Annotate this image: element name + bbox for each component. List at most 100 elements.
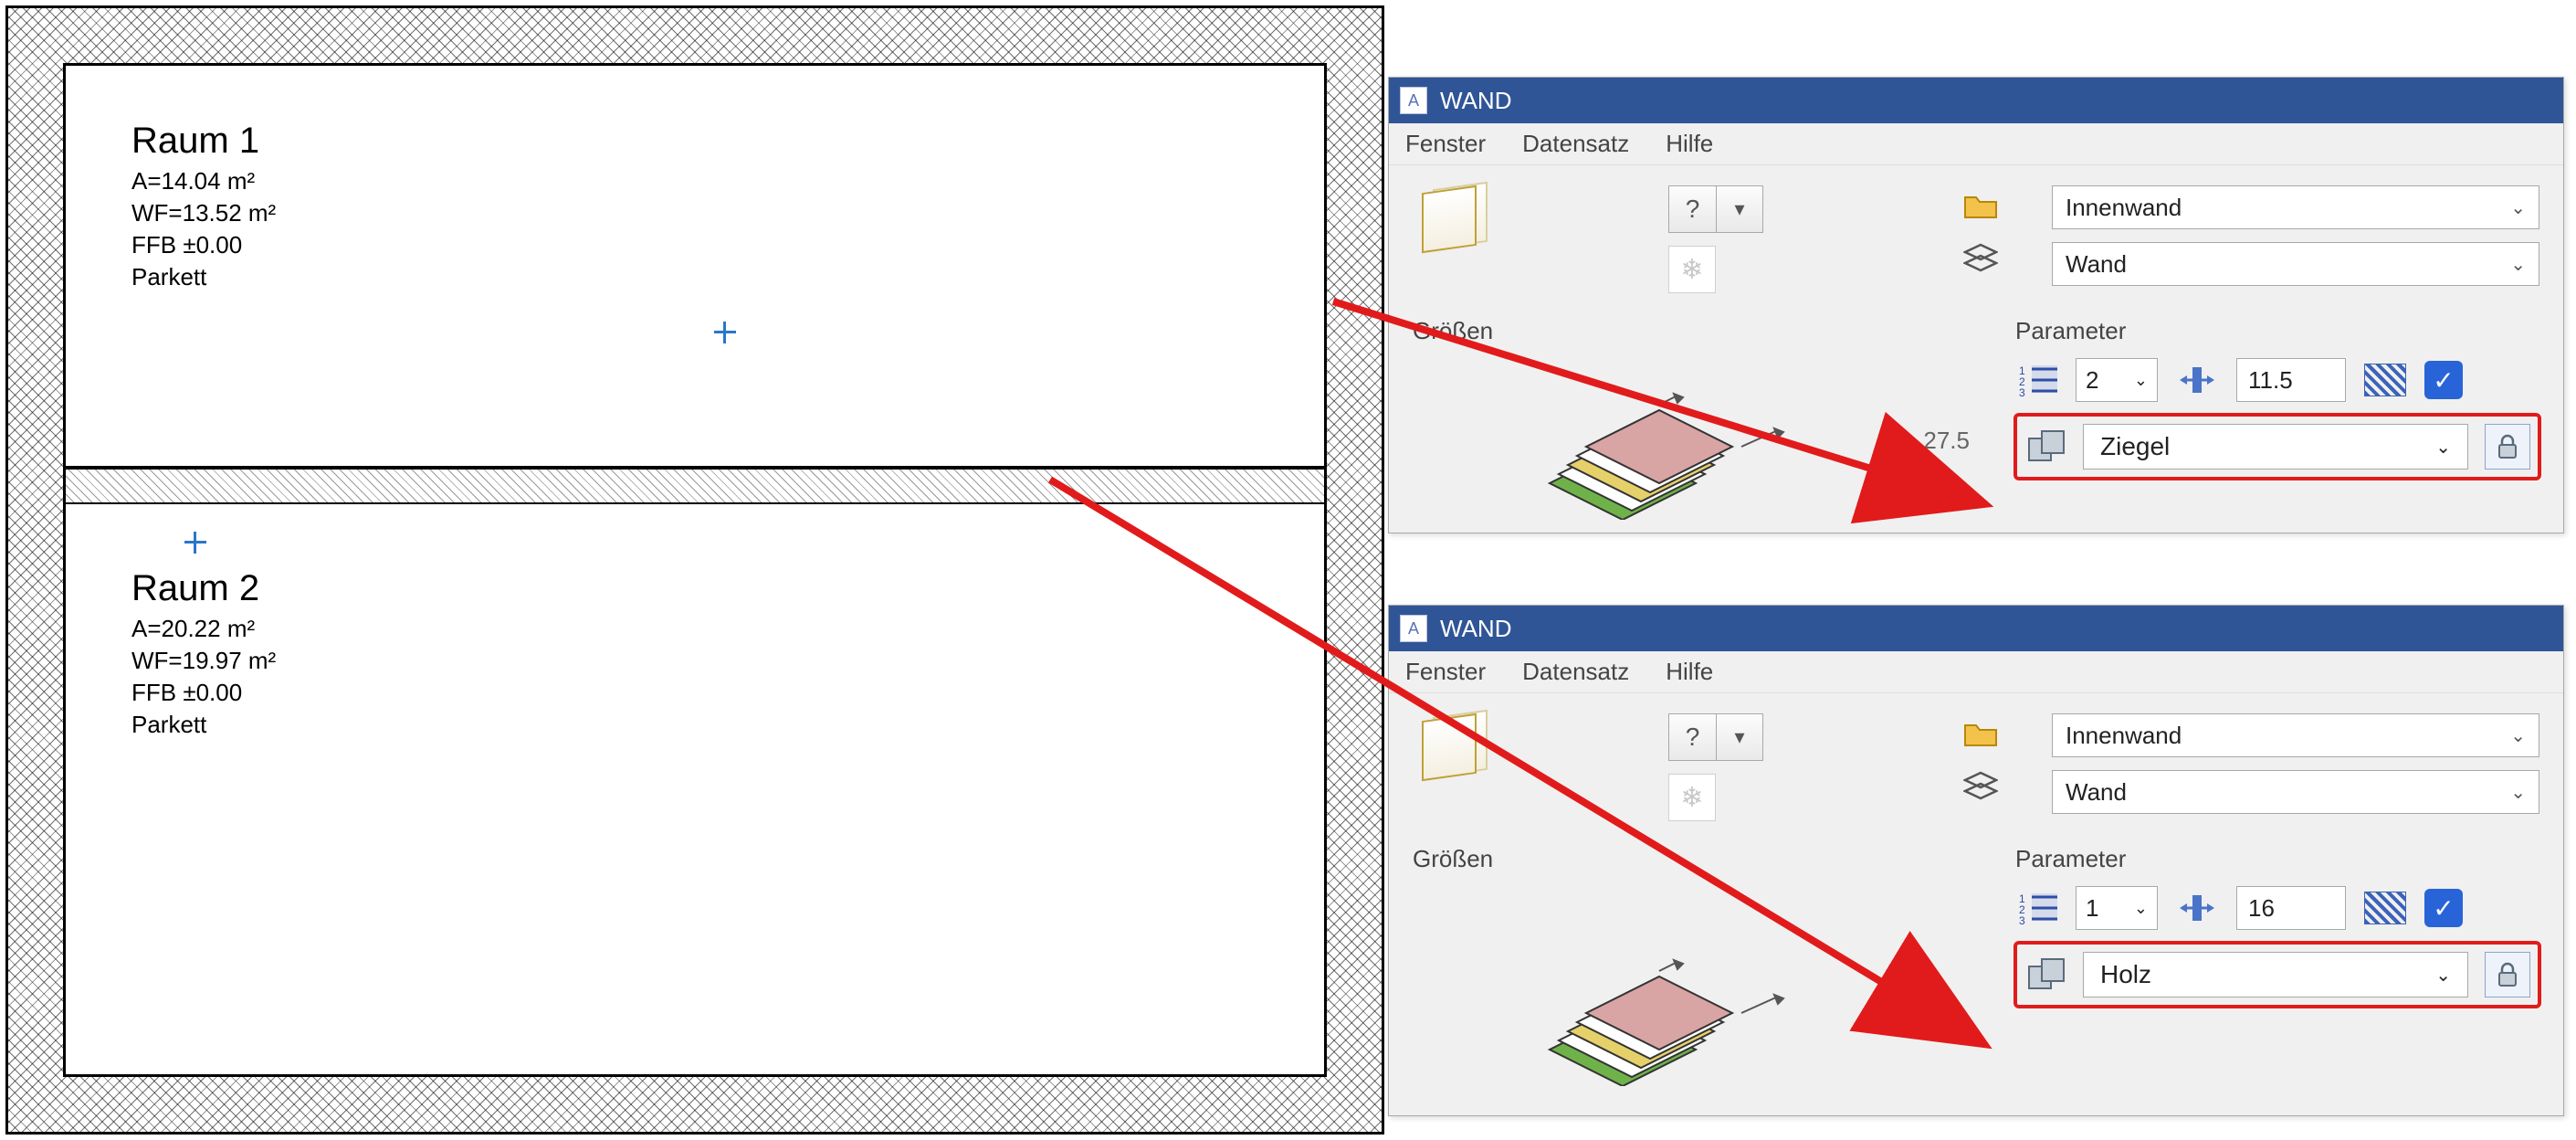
room-2-ffb: FFB ±0.00 [131,677,276,709]
material-dropdown[interactable]: Holz ⌄ [2083,952,2468,998]
catalog-picker[interactable]: ? ▾ [1668,713,1951,761]
room-2-wf: WF=19.97 m² [131,645,276,677]
menu-hilfe[interactable]: Hilfe [1666,658,1713,686]
layer-value: Wand [2066,778,2127,807]
hatch-checkbox[interactable]: ✓ [2424,889,2463,927]
app-icon: A [1400,615,1427,642]
menu-fenster[interactable]: Fenster [1405,658,1486,686]
reference-marker-room2 [184,532,206,554]
total-thickness-label: 16 [1916,973,1942,1001]
menu-fenster[interactable]: Fenster [1405,130,1486,158]
material-row: Holz ⌄ [2015,943,2539,1007]
layer-value: Wand [2066,250,2127,279]
hatch-pattern-icon[interactable] [2364,892,2406,924]
thickness-value: 11.5 [2248,366,2293,395]
room-1-title: Raum 1 [131,121,276,162]
parameter-line-1: 1 2 3 1 ⌄ [2015,886,2539,930]
chevron-down-icon: ⌄ [2510,781,2526,804]
menubar: Fenster Datensatz Hilfe [1389,651,2563,693]
layer-count-dropdown[interactable]: 2 ⌄ [2076,358,2158,402]
wall-properties-panel-2: A WAND Fenster Datensatz Hilfe ? ▾ ❄ [1388,605,2564,1116]
chevron-down-icon[interactable]: ▾ [1716,713,1763,761]
chevron-down-icon: ⌄ [2134,899,2148,918]
parameter-label: Parameter [2015,845,2539,873]
thickness-icon [2176,890,2218,926]
chevron-down-icon: ⌄ [2435,436,2451,459]
catalog-question-icon[interactable]: ? [1668,713,1716,761]
lock-button[interactable] [2485,952,2530,998]
toolbar-row: ? ▾ ❄ Innenwand ⌄ Wand ⌄ [1389,693,2563,821]
thickness-input[interactable]: 11.5 [2236,358,2346,402]
total-thickness-label: 27.5 [1923,427,1970,455]
chevron-down-icon[interactable]: ▾ [1716,185,1763,233]
menu-hilfe[interactable]: Hilfe [1666,130,1713,158]
snowflake-icon[interactable]: ❄ [1668,246,1716,293]
chevron-down-icon: ⌄ [2510,724,2526,747]
room-2-area: A=20.22 m² [131,613,276,645]
wall-layers-preview [1513,931,1805,1086]
section-row: Größen [1389,293,2563,527]
outer-wall-hatch: Raum 1 A=14.04 m² WF=13.52 m² FFB ±0.00 … [5,5,1384,1135]
chevron-down-icon: ⌄ [2435,964,2451,987]
wall-layers-preview [1513,364,1805,520]
building-interior: Raum 1 A=14.04 m² WF=13.52 m² FFB ±0.00 … [63,63,1327,1077]
layer-count-value: 1 [2086,894,2098,923]
hatch-pattern-icon[interactable] [2364,364,2406,396]
layers-icon [1961,238,2001,279]
material-icon [2024,956,2066,993]
category-value: Innenwand [2066,722,2182,750]
room-1-area: A=14.04 m² [131,165,276,197]
chevron-down-icon: ⌄ [2510,253,2526,276]
thickness-input[interactable]: 16 [2236,886,2346,930]
wall-type-icon[interactable] [1413,713,1659,783]
layer-dropdown[interactable]: Wand ⌄ [2052,770,2539,814]
folder-icon [1961,713,2001,754]
category-dropdown[interactable]: Innenwand ⌄ [2052,713,2539,757]
reference-marker-room1 [714,322,736,343]
catalog-picker[interactable]: ? ▾ [1668,185,1951,233]
section-row: Größen [1389,821,2563,1082]
thickness-value: 16 [2248,894,2275,923]
wall-type-icon[interactable] [1413,185,1659,255]
hatch-checkbox[interactable]: ✓ [2424,361,2463,399]
chevron-down-icon: ⌄ [2134,371,2148,390]
room-1-wf: WF=13.52 m² [131,197,276,229]
layer-count-icon: 1 2 3 [2015,362,2057,398]
lock-button[interactable] [2485,424,2530,470]
menu-datensatz[interactable]: Datensatz [1522,130,1629,158]
snowflake-icon[interactable]: ❄ [1668,774,1716,821]
material-dropdown[interactable]: Ziegel ⌄ [2083,424,2468,470]
groessen-label: Größen [1413,845,1997,873]
svg-text:3: 3 [2019,386,2025,398]
room-1-floor: Parkett [131,261,276,293]
folder-icon [1961,185,2001,226]
category-dropdown[interactable]: Innenwand ⌄ [2052,185,2539,229]
toolbar-row: ? ▾ ❄ Innenwand ⌄ Wand ⌄ [1389,165,2563,293]
layer-count-value: 2 [2086,366,2098,395]
panel-title: WAND [1440,87,1511,115]
menubar: Fenster Datensatz Hilfe [1389,123,2563,165]
room-1-ffb: FFB ±0.00 [131,229,276,261]
titlebar[interactable]: A WAND [1389,606,2563,651]
room-2-floor: Parkett [131,709,276,741]
groessen-label: Größen [1413,317,1997,345]
catalog-question-icon[interactable]: ? [1668,185,1716,233]
inner-wall[interactable] [66,468,1324,504]
parameter-line-1: 1 2 3 2 ⌄ [2015,358,2539,402]
material-value: Ziegel [2100,432,2170,461]
material-value: Holz [2100,960,2151,989]
layer-dropdown[interactable]: Wand ⌄ [2052,242,2539,286]
floor-plan: Raum 1 A=14.04 m² WF=13.52 m² FFB ±0.00 … [0,0,1388,1140]
thickness-icon [2176,362,2218,398]
material-row: Ziegel ⌄ [2015,415,2539,479]
menu-datensatz[interactable]: Datensatz [1522,658,1629,686]
layer-count-dropdown[interactable]: 1 ⌄ [2076,886,2158,930]
room-1-label: Raum 1 A=14.04 m² WF=13.52 m² FFB ±0.00 … [131,121,276,293]
parameter-label: Parameter [2015,317,2539,345]
room-1: Raum 1 A=14.04 m² WF=13.52 m² FFB ±0.00 … [66,66,1324,468]
panel-title: WAND [1440,615,1511,643]
layer-count-icon: 1 2 3 [2015,890,2057,926]
room-2-label: Raum 2 A=20.22 m² WF=19.97 m² FFB ±0.00 … [131,568,276,741]
titlebar[interactable]: A WAND [1389,78,2563,123]
layers-icon [1961,766,2001,807]
